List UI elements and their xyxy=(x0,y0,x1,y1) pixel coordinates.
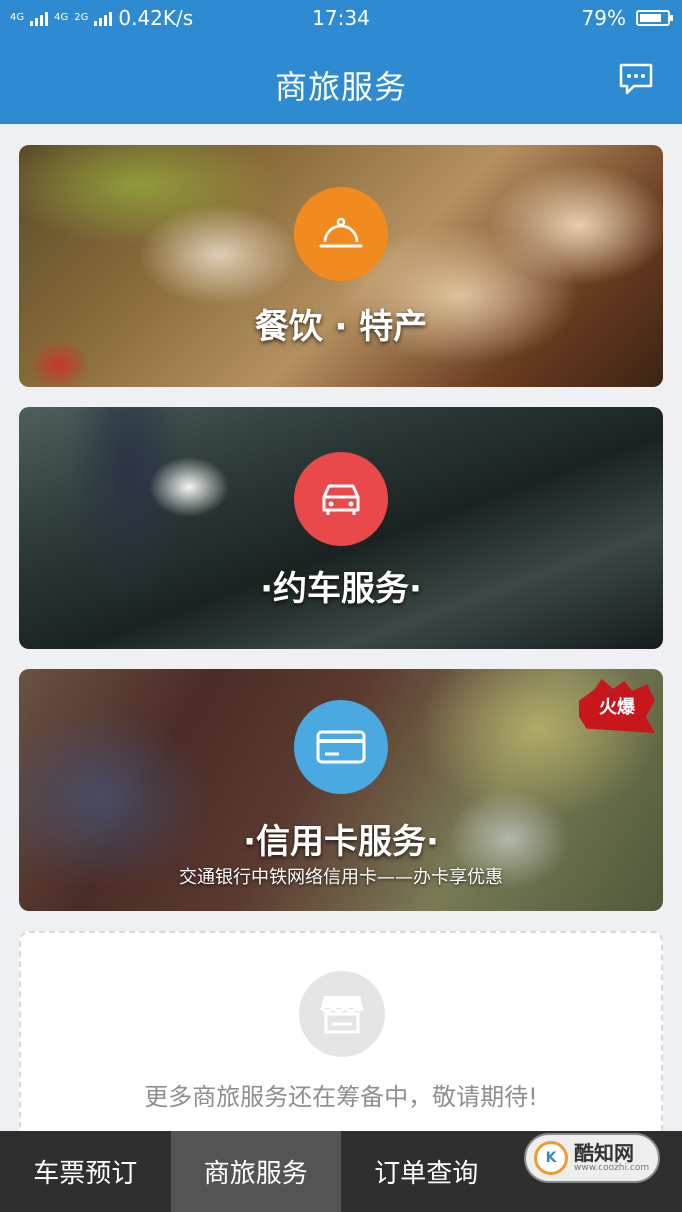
credit-card-subtitle: 交通银行中铁网络信用卡——办卡享优惠 xyxy=(179,867,503,888)
watermark-logo-icon: K xyxy=(534,1141,568,1175)
tab-business-travel[interactable]: 商旅服务 xyxy=(170,1131,341,1212)
more-services-text: 更多商旅服务还在筹备中，敬请期待! xyxy=(144,1083,538,1111)
car-icon xyxy=(322,484,360,515)
credit-card-label: ·信用卡服务· xyxy=(243,822,439,862)
dining-card[interactable]: 餐饮 · 特产 xyxy=(19,145,663,387)
credit-card-card[interactable]: 火爆 ·信用卡服务· 交通银行中铁网络信用卡——办卡享优惠 xyxy=(19,669,663,911)
tab-ticket-booking[interactable]: 车票预订 xyxy=(0,1131,171,1212)
watermark-text: 酷知网 xyxy=(574,1141,634,1165)
chat-bubble-icon[interactable] xyxy=(618,62,654,96)
storefront-icon-circle xyxy=(299,971,385,1057)
credit-card-icon xyxy=(316,730,366,764)
page-title: 商旅服务 xyxy=(274,68,407,106)
tab-order-query[interactable]: 订单查询 xyxy=(341,1131,512,1212)
dining-label: 餐饮 · 特产 xyxy=(254,307,428,347)
car-icon-circle xyxy=(294,452,388,546)
battery-icon xyxy=(636,10,673,26)
watermark-sub: www.coozhi.com xyxy=(574,1163,650,1173)
battery-percent: 79% xyxy=(581,6,626,30)
battery-fill xyxy=(640,14,661,22)
car-service-card[interactable]: ·约车服务· xyxy=(19,407,663,649)
more-services-card: 更多商旅服务还在筹备中，敬请期待! xyxy=(19,931,663,1141)
storefront-icon xyxy=(319,996,365,1034)
status-right: 79% xyxy=(581,6,673,30)
cloche-icon xyxy=(319,217,363,248)
status-time: 17:34 xyxy=(312,6,370,30)
nav-bar: 商旅服务 xyxy=(0,36,682,124)
credit-card-icon-circle xyxy=(294,700,388,794)
dining-icon-circle xyxy=(294,187,388,281)
car-service-label: ·约车服务· xyxy=(260,569,422,609)
watermark: K 酷知网 www.coozhi.com xyxy=(524,1133,660,1183)
status-bar: 4G 4G 2G 0.42K/s 17:34 79% xyxy=(0,0,682,36)
